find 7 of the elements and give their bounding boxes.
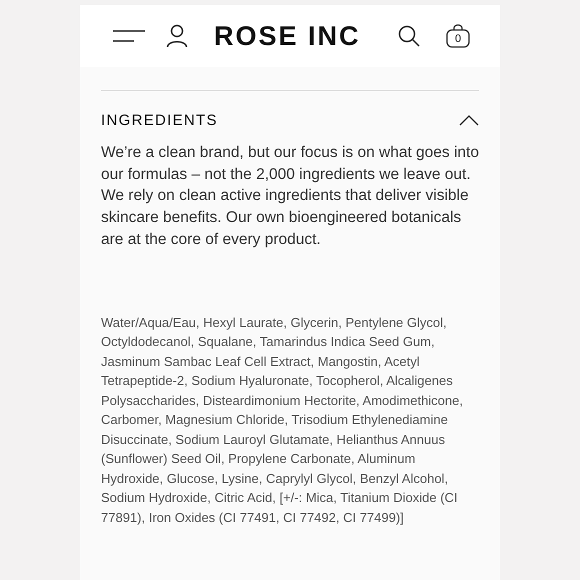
accordion-header[interactable]: INGREDIENTS [101, 91, 479, 130]
account-icon[interactable] [166, 24, 188, 48]
brand-logo[interactable]: ROSE INC [214, 20, 361, 52]
ingredients-text: Water/Aqua/Eau, Hexyl Laurate, Glycerin, Pentylene Glycol, Octyldodecanol, Squalane, Tamarindus Indica Seed Gum, Jasminum Sambac Leaf Cell Extract, Mangostin, Acetyl Tetrapeptide-2, Sodium Hyaluronate, Tocopherol, Alcaligenes Polysaccharides, Disteardimonium Hectorite, Amodimethicone, Carbomer, Magnesium Chloride, Trisodium Ethylenediamine Disuccinate, Sodium Lauroyl Glutamate, Helianthus Annuus (Sunflower) Seed Oil, Propylene Carbonate, Aluminum Hydroxide, Glucose, Lysine, Caprylyl Glycol, Benzyl Alcohol, Sodium Hydroxide, Citric Acid, [+/-: Mica, Titanium Dioxide (CI 77891), Iron Oxides (CI 77491, CI 77492, CI 77499)] [101, 314, 464, 527]
description-text: We’re a clean brand, but our focus is on what goes into our formulas – not the 2,000 ingredients we leave out. We rely on clean active ingredients that deliver visible skincare benefits. Our own bioengineered botanicals are at the core of every product. [101, 143, 479, 250]
search-icon[interactable] [398, 25, 420, 47]
menu-icon[interactable] [112, 28, 146, 44]
